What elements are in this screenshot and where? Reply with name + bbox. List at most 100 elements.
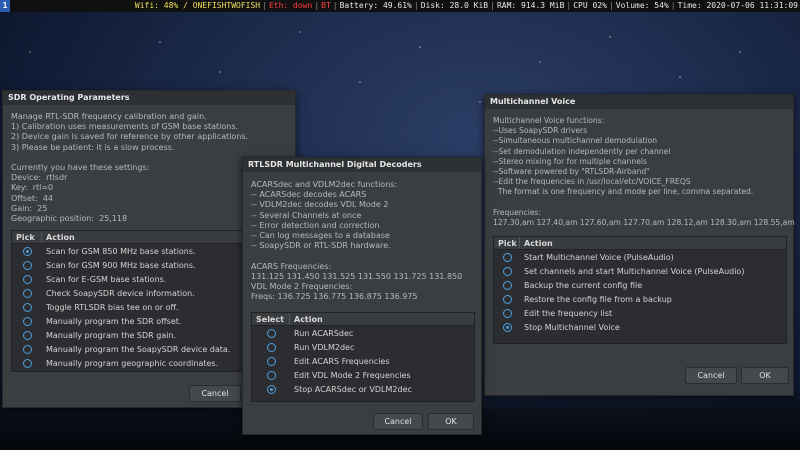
radio-cell <box>252 370 290 380</box>
radio-cell <box>494 252 520 262</box>
battery-status: Battery: 49.61% <box>339 1 412 10</box>
cancel-button[interactable]: Cancel <box>685 367 737 384</box>
radio-selected-icon[interactable] <box>22 246 32 256</box>
radio-cell <box>252 356 290 366</box>
window-title[interactable]: SDR Operating Parameters <box>3 91 295 105</box>
radio-cell <box>12 246 42 256</box>
radio-cell <box>252 328 290 338</box>
radio-unselected-icon[interactable] <box>22 330 32 340</box>
col-action-header[interactable]: Action <box>290 313 323 325</box>
list-item-label: Restore the config file from a backup <box>524 294 672 304</box>
list-item[interactable]: Start Multichannel Voice (PulseAudio) <box>494 250 786 264</box>
radio-cell <box>494 266 520 276</box>
list-item-label: Manually program the SDR offset. <box>46 316 182 326</box>
radio-cell <box>12 260 42 270</box>
window-title[interactable]: RTLSDR Multichannel Digital Decoders <box>243 158 481 172</box>
radio-cell <box>252 384 290 394</box>
list-item-label: Edit VDL Mode 2 Frequencies <box>294 370 411 380</box>
wifi-status: Wifi: 48% / ONEFISHTWOFISH <box>134 1 261 10</box>
list-item-label: Edit the frequency list <box>524 308 613 318</box>
radio-unselected-icon[interactable] <box>22 344 32 354</box>
list-item-label: Scan for GSM 900 MHz base stations. <box>46 260 196 270</box>
list-item-label: Manually program the SoapySDR device dat… <box>46 344 231 354</box>
radio-cell <box>12 330 42 340</box>
rtl-action-list: Select Action Run ACARSdec Run VDLM2dec Ed… <box>251 312 475 403</box>
radio-selected-icon[interactable] <box>502 322 512 332</box>
mcv-action-list: Pick Action Start Multichannel Voice (Pu… <box>493 236 787 345</box>
workspace-indicator[interactable]: 1 <box>0 0 10 12</box>
col-pick-header[interactable]: Pick <box>12 231 42 244</box>
radio-cell <box>494 308 520 318</box>
radio-unselected-icon[interactable] <box>266 370 276 380</box>
radio-unselected-icon[interactable] <box>502 294 512 304</box>
list-item-label: Manually program the SDR gain. <box>46 330 177 340</box>
list-item[interactable]: Run VDLM2dec <box>252 340 474 354</box>
radio-selected-icon[interactable] <box>266 384 276 394</box>
list-item[interactable]: Restore the config file from a backup <box>494 292 786 306</box>
radio-cell <box>12 274 42 284</box>
list-item-label: Check SoapySDR device information. <box>46 288 195 298</box>
radio-cell <box>252 342 290 352</box>
radio-unselected-icon[interactable] <box>22 288 32 298</box>
radio-unselected-icon[interactable] <box>22 260 32 270</box>
list-item[interactable]: Edit ACARS Frequencies <box>252 354 474 368</box>
radio-cell <box>12 316 42 326</box>
col-action-header[interactable]: Action <box>42 231 75 243</box>
radio-unselected-icon[interactable] <box>22 316 32 326</box>
cancel-button[interactable]: Cancel <box>189 385 241 402</box>
list-item[interactable]: Set channels and start Multichannel Voic… <box>494 264 786 278</box>
ok-button[interactable]: OK <box>741 367 789 384</box>
rtlsdr-decoders-window: RTLSDR Multichannel Digital Decoders ACA… <box>242 157 482 435</box>
mcv-description: Multichannel Voice functions: --Uses Soa… <box>493 116 795 228</box>
radio-unselected-icon[interactable] <box>22 358 32 368</box>
radio-cell <box>12 302 42 312</box>
list-item-label: Toggle RTLSDR bias tee on or off. <box>46 302 179 312</box>
window-title[interactable]: Multichannel Voice <box>485 95 793 109</box>
list-item[interactable]: Stop Multichannel Voice <box>494 320 786 334</box>
list-item-label: Start Multichannel Voice (PulseAudio) <box>524 252 674 262</box>
list-item-label: Backup the current config file <box>524 280 643 290</box>
ok-button[interactable]: OK <box>428 413 474 430</box>
list-item-label: Set channels and start Multichannel Voic… <box>524 266 745 276</box>
list-item-label: Stop ACARSdec or VDLM2dec <box>294 384 412 394</box>
cancel-button[interactable]: Cancel <box>373 413 423 430</box>
list-item-label: Stop Multichannel Voice <box>524 322 620 332</box>
list-item[interactable]: Edit VDL Mode 2 Frequencies <box>252 368 474 382</box>
radio-unselected-icon[interactable] <box>266 356 276 366</box>
list-item-label: Manually program geographic coordinates. <box>46 358 219 368</box>
multichannel-voice-window: Multichannel Voice Multichannel Voice fu… <box>484 94 795 396</box>
col-action-header[interactable]: Action <box>520 237 553 249</box>
status-bar: 1 Wifi: 48% / ONEFISHTWOFISH | Eth: down | B… <box>0 0 800 12</box>
clock: Time: 2020-07-06 11:31:09 <box>677 1 798 10</box>
list-item-label: Run VDLM2dec <box>294 342 355 352</box>
list-item-label: Edit ACARS Frequencies <box>294 356 390 366</box>
radio-cell <box>494 294 520 304</box>
radio-unselected-icon[interactable] <box>502 252 512 262</box>
radio-unselected-icon[interactable] <box>502 280 512 290</box>
cpu-status: CPU 02% <box>573 1 607 10</box>
radio-cell <box>12 288 42 298</box>
list-item-label: Scan for E-GSM base stations. <box>46 274 167 284</box>
radio-unselected-icon[interactable] <box>22 302 32 312</box>
radio-unselected-icon[interactable] <box>266 328 276 338</box>
bt-status: BT <box>321 1 331 10</box>
list-item-label: Scan for GSM 850 MHz base stations. <box>46 246 196 256</box>
list-item[interactable]: Edit the frequency list <box>494 306 786 320</box>
list-item[interactable]: Backup the current config file <box>494 278 786 292</box>
radio-unselected-icon[interactable] <box>502 308 512 318</box>
radio-cell <box>12 358 42 368</box>
ram-status: RAM: 914.3 MiB <box>496 1 565 10</box>
list-item-label: Run ACARSdec <box>294 328 354 338</box>
col-pick-header[interactable]: Pick <box>494 237 520 250</box>
radio-cell <box>12 344 42 354</box>
radio-unselected-icon[interactable] <box>502 266 512 276</box>
radio-cell <box>494 322 520 332</box>
radio-unselected-icon[interactable] <box>22 274 32 284</box>
list-item[interactable]: Run ACARSdec <box>252 326 474 340</box>
volume-status: Volume: 54% <box>615 1 669 10</box>
radio-cell <box>494 280 520 290</box>
radio-unselected-icon[interactable] <box>266 342 276 352</box>
col-select-header[interactable]: Select <box>252 313 290 326</box>
disk-status: Disk: 28.0 KiB <box>420 1 489 10</box>
list-item[interactable]: Stop ACARSdec or VDLM2dec <box>252 382 474 396</box>
